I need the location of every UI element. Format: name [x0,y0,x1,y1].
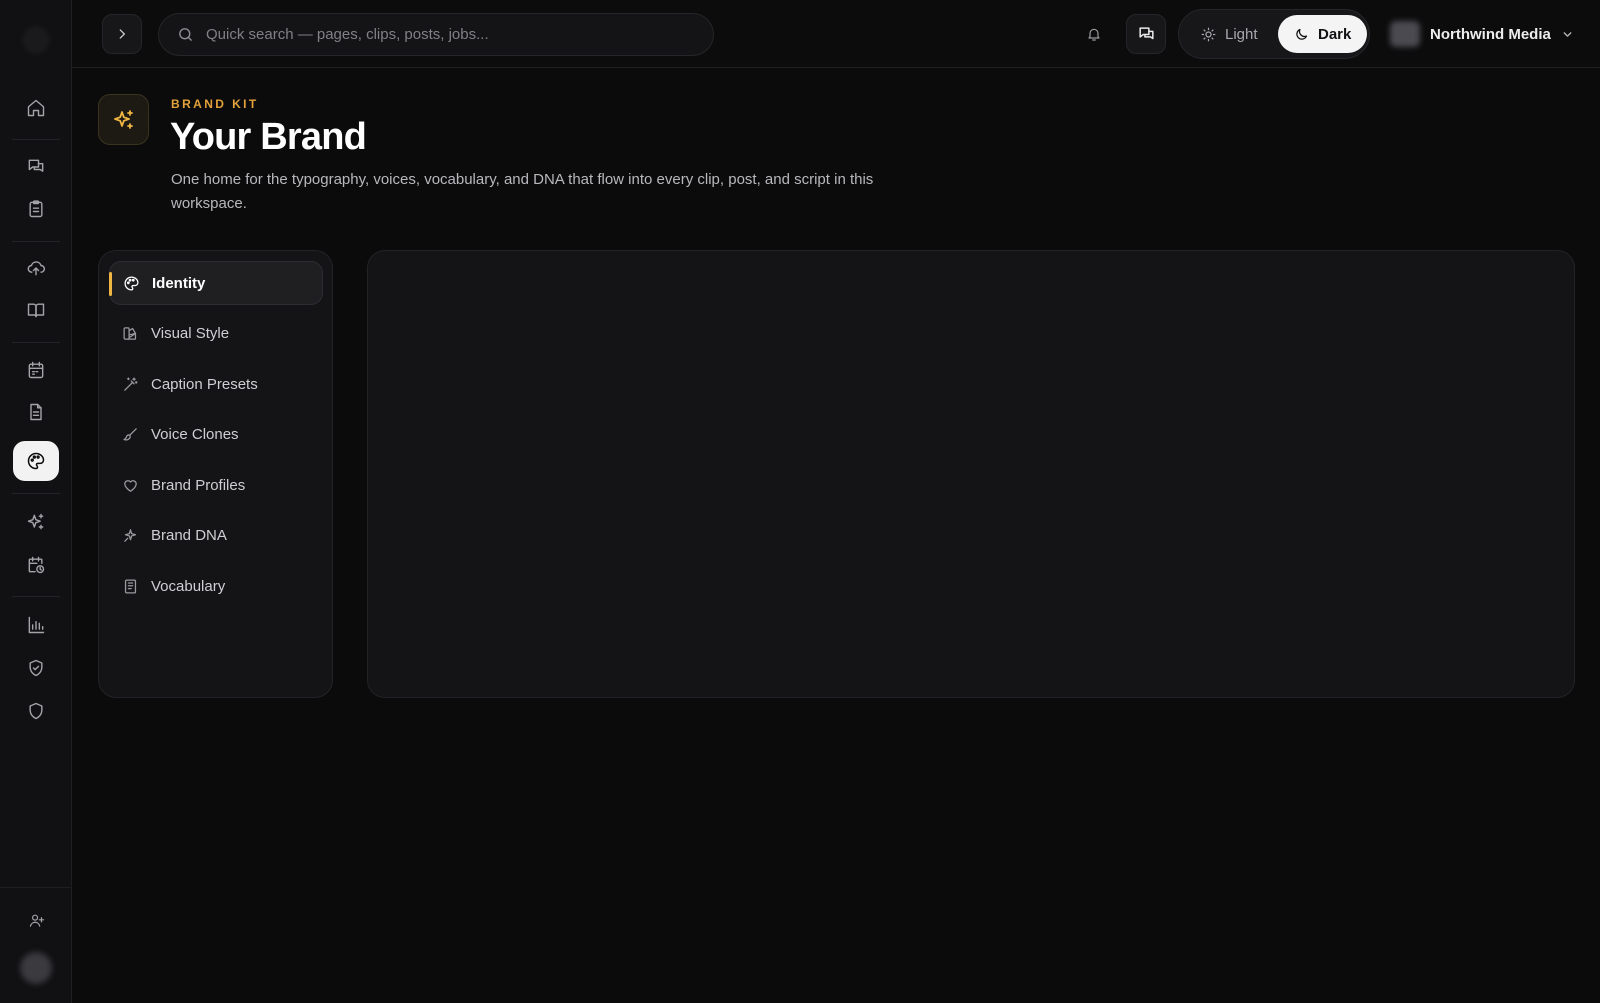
calendar-nav-button[interactable] [13,350,59,390]
book-icon [124,578,137,594]
brand-nav-label: Visual Style [151,324,230,342]
home-nav-button[interactable] [13,88,59,128]
rail-divider [12,139,60,140]
brand-nav-vocabulary[interactable]: Vocabulary [109,564,323,608]
workspace-avatar [1390,21,1420,47]
brand-nav-label: Voice Clones [151,425,239,443]
swatch-icon [123,326,137,340]
open-book-icon [27,303,45,318]
search-icon [179,28,192,41]
shield-check-icon [29,659,43,677]
theme-light-option[interactable]: Light [1185,15,1274,53]
calendar-icon [28,361,44,379]
calendar-clock-icon [28,556,45,574]
schedule-nav-button[interactable] [13,545,59,585]
magic-wand-icon [124,376,138,391]
compliance-nav-button[interactable] [13,648,59,688]
chat-bubbles-icon [28,159,44,172]
tasks-nav-button[interactable] [13,189,59,229]
sparkle-icon [27,513,44,530]
top-bar: Light Dark Northwind Media [72,0,1600,68]
expand-sidebar-button[interactable] [102,14,142,54]
theme-dark-option[interactable]: Dark [1278,15,1368,53]
moon-icon [1296,28,1308,40]
chat-button[interactable] [1126,14,1166,54]
page-title: Your Brand [170,116,367,158]
palette-icon [124,275,139,291]
brush-icon [123,427,137,440]
chevron-down-icon [1563,31,1572,37]
quick-search[interactable] [158,13,714,56]
app-logo[interactable] [22,26,50,54]
workspace-name: Northwind Media [1430,25,1551,43]
brand-kit-badge [98,94,149,145]
rail-divider [12,241,60,242]
messages-nav-button[interactable] [13,147,59,187]
sun-icon [1201,27,1216,41]
documents-nav-button[interactable] [13,392,59,432]
sparkle-icon [124,528,137,542]
clipboard-icon [29,200,43,218]
page-eyebrow: BRAND KIT [171,97,259,111]
palette-icon [27,452,45,470]
home-icon [27,99,45,117]
brand-nav-caption-presets[interactable]: Caption Presets [109,362,323,406]
rail-divider [12,596,60,597]
theme-light-label: Light [1225,25,1258,43]
rail-divider [12,493,60,494]
active-indicator [109,272,112,296]
invite-user-button[interactable] [13,900,59,940]
workspace-switcher[interactable]: Northwind Media [1390,18,1574,50]
user-plus-icon [29,914,44,927]
rail-divider [12,342,60,343]
shield-icon [29,702,43,720]
rail-bottom-divider [0,887,72,888]
upload-nav-button[interactable] [13,248,59,288]
user-avatar[interactable] [20,952,52,984]
bar-chart-icon [28,616,45,634]
brand-section-nav: Identity Visual Style Caption Presets Vo… [98,250,333,698]
brand-nav-visual-style[interactable]: Visual Style [109,311,323,355]
brand-nav-brand-profiles[interactable]: Brand Profiles [109,463,323,507]
sparkle-icon [113,109,133,129]
notifications-button[interactable] [1082,22,1106,46]
chevron-right-icon [119,29,125,39]
cloud-upload-icon [27,261,45,276]
heart-icon [124,479,137,492]
app-sidebar-rail [0,0,72,1003]
brand-kit-nav-button[interactable] [13,441,59,481]
chat-bubbles-icon [1138,26,1154,39]
brand-nav-label: Brand Profiles [151,476,246,494]
brand-section-content [367,250,1575,698]
brand-nav-label: Brand DNA [151,526,227,544]
theme-dark-label: Dark [1318,25,1352,43]
bell-icon [1088,28,1100,41]
search-input[interactable] [206,26,686,43]
page-description: One home for the typography, voices, voc… [171,171,874,212]
ai-nav-button[interactable] [13,502,59,542]
theme-toggle: Light Dark [1178,9,1370,59]
brand-nav-voice-clones[interactable]: Voice Clones [109,412,323,456]
brand-nav-label: Identity [152,274,206,292]
library-nav-button[interactable] [13,290,59,330]
security-nav-button[interactable] [13,691,59,731]
brand-nav-brand-dna[interactable]: Brand DNA [109,513,323,557]
brand-nav-label: Caption Presets [151,375,258,393]
brand-nav-label: Vocabulary [151,577,226,595]
document-icon [30,403,42,421]
analytics-nav-button[interactable] [13,605,59,645]
brand-nav-identity[interactable]: Identity [109,261,323,305]
